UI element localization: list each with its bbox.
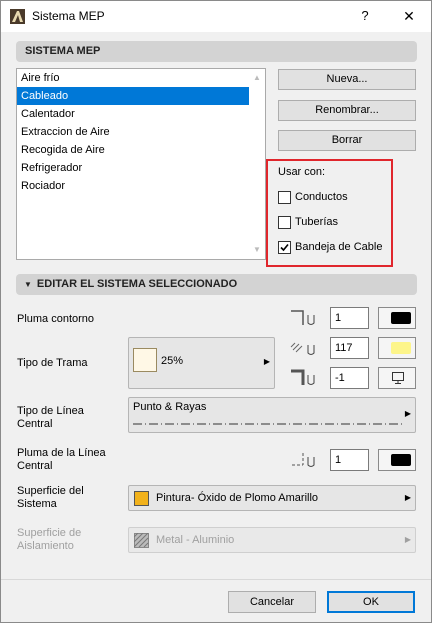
- rename-button[interactable]: Renombrar...: [278, 100, 416, 121]
- tipo-linea-label2: Central: [17, 418, 53, 430]
- cancel-button[interactable]: Cancelar: [228, 591, 316, 613]
- superficie-aislamiento-label: Superficie de: [17, 527, 82, 539]
- fill-dropdown-arrow-icon: ▶: [263, 357, 270, 366]
- list-item[interactable]: Calentador: [17, 105, 249, 123]
- use-with-title: Usar con:: [278, 166, 326, 178]
- list-item[interactable]: Refrigerador: [17, 159, 249, 177]
- close-button[interactable]: ✕: [397, 6, 421, 26]
- line-type-selector[interactable]: Punto & Rayas ▶: [128, 397, 416, 433]
- new-button[interactable]: Nueva...: [278, 69, 416, 90]
- delete-button[interactable]: Borrar: [278, 130, 416, 151]
- tipo-linea-label: Tipo de Línea: [17, 405, 84, 417]
- fill-fg-pen-icon: [290, 342, 315, 355]
- pluma-contorno-label: Pluma contorno: [17, 313, 95, 325]
- pluma-contorno-color[interactable]: [378, 307, 416, 329]
- tuberias-label: Tuberías: [295, 216, 339, 228]
- superficie-sistema-label: Superficie del: [17, 485, 84, 497]
- scroll-down-icon[interactable]: ▼: [252, 245, 262, 255]
- center-line-pen-icon: [292, 453, 315, 467]
- use-with-group: Usar con: Conductos Tuberías Bandeja de …: [266, 159, 393, 267]
- help-button[interactable]: ?: [353, 6, 377, 26]
- fill-pattern-swatch: [133, 348, 157, 372]
- fill-type-selector[interactable]: 25% ▶: [128, 337, 275, 389]
- tipo-trama-label: Tipo de Trama: [17, 357, 88, 369]
- surface-system-swatch: [134, 491, 149, 506]
- surface-insulation-value: Metal - Aluminio: [156, 534, 235, 546]
- pluma-linea-label2: Central: [17, 460, 53, 472]
- superficie-sistema-label2: Sistema: [17, 498, 57, 510]
- list-item[interactable]: Recogida de Aire: [17, 141, 249, 159]
- superficie-aislamiento-label2: Aislamiento: [17, 540, 74, 552]
- systems-list[interactable]: Aire frío Cableado Calentador Extraccion de…: [16, 68, 266, 260]
- pluma-contorno-field[interactable]: 1: [330, 307, 369, 329]
- section-edit-title: EDITAR EL SISTEMA SELECCIONADO: [36, 278, 238, 290]
- pluma-contorno-swatch: [391, 312, 411, 324]
- metal-pattern-icon: [134, 533, 149, 548]
- collapse-triangle-icon[interactable]: ▼: [24, 280, 32, 289]
- section-header-mep: SISTEMA MEP: [16, 41, 417, 62]
- window-title: Sistema MEP: [32, 9, 105, 23]
- fill-fg-field[interactable]: 117: [330, 337, 369, 359]
- option-conductos[interactable]: Conductos: [278, 190, 348, 204]
- fill-bg-pen-icon: [291, 369, 315, 385]
- monitor-icon: [392, 372, 404, 384]
- conductos-checkbox[interactable]: [278, 190, 291, 204]
- list-item[interactable]: Rociador: [17, 177, 249, 195]
- pluma-linea-color[interactable]: [378, 449, 416, 471]
- pluma-linea-label: Pluma de la Línea: [17, 447, 106, 459]
- line-preview: [133, 423, 403, 425]
- list-scrollbar[interactable]: ▲ ▼: [249, 69, 265, 259]
- section-header-edit[interactable]: ▼ EDITAR EL SISTEMA SELECCIONADO: [16, 274, 417, 295]
- title-bar: Sistema MEP ? ✕: [1, 1, 431, 32]
- list-item[interactable]: Extraccion de Aire: [17, 123, 249, 141]
- bandeja-cable-label: Bandeja de Cable: [295, 241, 383, 253]
- outline-pen-icon: [291, 310, 315, 325]
- surface-system-selector[interactable]: Pintura- Óxido de Plomo Amarillo ▶: [128, 485, 416, 511]
- fill-bg-field[interactable]: -1: [330, 367, 369, 389]
- conductos-label: Conductos: [295, 191, 348, 203]
- option-tuberias[interactable]: Tuberías: [278, 215, 338, 229]
- option-bandeja-cable[interactable]: Bandeja de Cable: [278, 240, 382, 254]
- fill-fg-swatch: [391, 342, 411, 354]
- fill-fg-color[interactable]: [378, 337, 416, 359]
- surface-insulation-selector: Metal - Aluminio ▶: [128, 527, 416, 553]
- list-item[interactable]: Aire frío: [17, 69, 249, 87]
- checkmark-icon: [280, 243, 289, 251]
- pluma-linea-swatch: [391, 454, 411, 466]
- line-type-value: Punto & Rayas: [133, 401, 207, 413]
- app-icon: [10, 9, 25, 24]
- fill-bg-color[interactable]: [378, 367, 416, 389]
- scroll-up-icon[interactable]: ▲: [252, 73, 262, 83]
- bandeja-cable-checkbox[interactable]: [278, 240, 291, 254]
- pluma-linea-field[interactable]: 1: [330, 449, 369, 471]
- tuberias-checkbox[interactable]: [278, 215, 291, 229]
- surface-insulation-dropdown-arrow-icon: ▶: [404, 535, 411, 544]
- dialog-window: Sistema MEP ? ✕ SISTEMA MEP Aire frío Cab…: [0, 0, 432, 623]
- fill-pattern-value: 25%: [161, 355, 184, 367]
- list-item[interactable]: Cableado: [17, 87, 249, 105]
- surface-system-value: Pintura- Óxido de Plomo Amarillo: [156, 492, 319, 504]
- line-dropdown-arrow-icon: ▶: [404, 409, 411, 418]
- surface-system-dropdown-arrow-icon: ▶: [404, 493, 411, 502]
- footer-separator: [1, 579, 431, 580]
- ok-button[interactable]: OK: [327, 591, 415, 613]
